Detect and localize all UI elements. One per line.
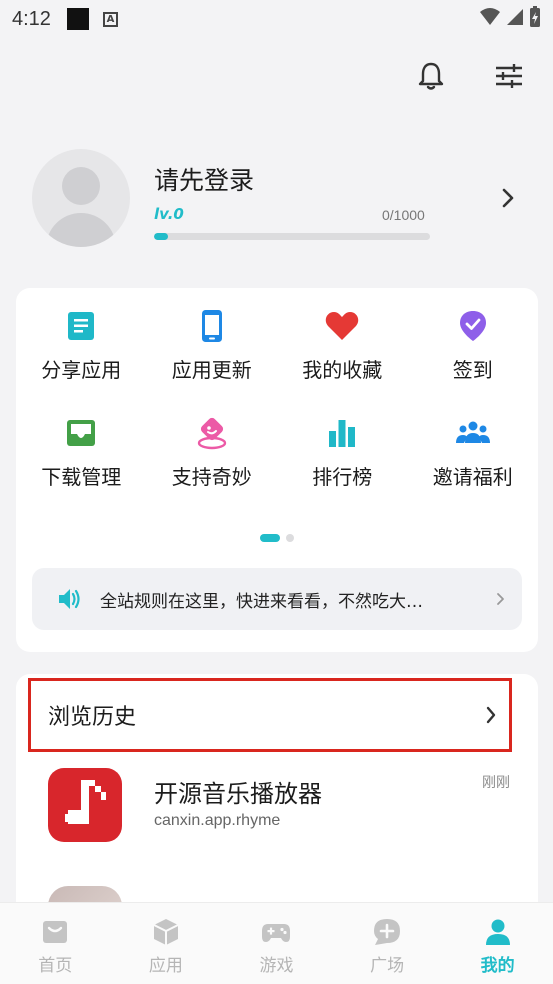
header-actions bbox=[415, 60, 525, 92]
menu-item-label: 签到 bbox=[452, 358, 493, 382]
notification-square-icon bbox=[66, 8, 89, 30]
bell-icon[interactable] bbox=[415, 60, 447, 92]
bottom-tab-bar: 首页 应用 游戏 广场 我的 bbox=[0, 902, 553, 984]
history-card: 浏览历史 开源音乐播放器 canxin.app.rhyme 刚刚 bbox=[16, 674, 538, 946]
page-indicator bbox=[16, 534, 538, 542]
tab-label: 广场 bbox=[370, 956, 405, 976]
level-label: lv.0 bbox=[154, 205, 184, 223]
app-time: 刚刚 bbox=[482, 775, 510, 791]
tab-label: 我的 bbox=[480, 956, 515, 976]
menu-item-checkin[interactable]: 签到 bbox=[408, 308, 539, 383]
group-icon bbox=[455, 421, 490, 443]
tab-home[interactable]: 首页 bbox=[0, 903, 111, 984]
notice-text: 全站规则在这里，快进来看看，不然吃大… bbox=[100, 591, 423, 612]
menu-item-download-manager[interactable]: 下载管理 bbox=[16, 415, 147, 490]
bar-chart-icon bbox=[329, 420, 356, 447]
gamepad-icon bbox=[262, 924, 291, 942]
status-time: 4:12 bbox=[12, 7, 51, 30]
sliders-icon[interactable] bbox=[493, 60, 525, 92]
level-progress-bar bbox=[154, 233, 430, 240]
menu-item-favorites[interactable]: 我的收藏 bbox=[277, 308, 408, 383]
chevron-right-icon bbox=[497, 593, 504, 605]
tab-mine[interactable]: 我的 bbox=[442, 903, 553, 984]
menu-item-label: 支持奇妙 bbox=[171, 465, 252, 489]
menu-item-label: 下载管理 bbox=[41, 465, 122, 489]
quick-menu-card: 分享应用 应用更新 我的收藏 签到 下载管理 支持奇妙 排行榜 邀请福利 全站规… bbox=[16, 288, 538, 652]
share-doc-icon bbox=[68, 312, 95, 340]
history-app-item[interactable]: 开源音乐播放器 canxin.app.rhyme 刚刚 bbox=[48, 768, 518, 844]
chat-plus-icon bbox=[374, 919, 401, 945]
person-icon bbox=[485, 919, 510, 945]
home-icon bbox=[43, 921, 68, 943]
history-header[interactable]: 浏览历史 bbox=[28, 678, 512, 752]
exp-counter: 0/1000 bbox=[382, 207, 425, 223]
status-bar: 4:12 A bbox=[0, 0, 553, 38]
app-name: 开源音乐播放器 bbox=[154, 780, 322, 808]
profile-section[interactable]: 请先登录 lv.0 0/1000 bbox=[32, 149, 532, 249]
menu-item-label: 分享应用 bbox=[41, 358, 122, 382]
notice-bar[interactable]: 全站规则在这里，快进来看看，不然吃大… bbox=[32, 568, 522, 630]
menu-item-label: 排行榜 bbox=[312, 465, 373, 489]
download-tray-icon bbox=[67, 420, 96, 446]
menu-item-app-update[interactable]: 应用更新 bbox=[147, 308, 278, 383]
menu-item-support[interactable]: 支持奇妙 bbox=[147, 415, 278, 490]
signal-icon bbox=[507, 9, 523, 25]
tab-apps[interactable]: 应用 bbox=[111, 903, 222, 984]
quick-menu-grid: 分享应用 应用更新 我的收藏 签到 下载管理 支持奇妙 排行榜 邀请福利 bbox=[16, 308, 538, 490]
music-note-icon bbox=[65, 780, 106, 824]
badge-check-icon bbox=[459, 311, 486, 341]
phone-icon bbox=[201, 310, 222, 342]
menu-item-label: 我的收藏 bbox=[302, 358, 383, 382]
tab-label: 应用 bbox=[148, 956, 183, 976]
menu-item-label: 应用更新 bbox=[171, 358, 252, 382]
tab-games[interactable]: 游戏 bbox=[221, 903, 332, 984]
login-prompt[interactable]: 请先登录 bbox=[154, 161, 254, 197]
support-icon bbox=[197, 417, 226, 450]
menu-item-invite-rewards[interactable]: 邀请福利 bbox=[408, 415, 539, 490]
speaker-icon bbox=[59, 589, 80, 609]
history-title: 浏览历史 bbox=[48, 705, 137, 730]
tab-label: 首页 bbox=[38, 956, 73, 976]
chevron-right-icon[interactable] bbox=[498, 185, 518, 211]
avatar[interactable] bbox=[32, 149, 130, 247]
app-icon bbox=[48, 768, 122, 842]
page-dot-active[interactable] bbox=[260, 534, 280, 542]
level-progress-fill bbox=[154, 233, 168, 240]
menu-item-ranking[interactable]: 排行榜 bbox=[277, 415, 408, 490]
page-dot[interactable] bbox=[286, 534, 294, 542]
menu-item-share-app[interactable]: 分享应用 bbox=[16, 308, 147, 383]
menu-item-label: 邀请福利 bbox=[432, 465, 513, 489]
chevron-right-icon bbox=[486, 706, 496, 724]
wifi-icon bbox=[480, 8, 500, 25]
tab-square[interactable]: 广场 bbox=[332, 903, 443, 984]
heart-icon bbox=[326, 312, 359, 340]
a-notification-icon: A bbox=[102, 11, 118, 27]
tab-label: 游戏 bbox=[259, 956, 294, 976]
battery-icon bbox=[530, 6, 540, 27]
app-package: canxin.app.rhyme bbox=[154, 812, 281, 829]
cube-icon bbox=[153, 919, 179, 945]
status-right bbox=[479, 6, 541, 28]
